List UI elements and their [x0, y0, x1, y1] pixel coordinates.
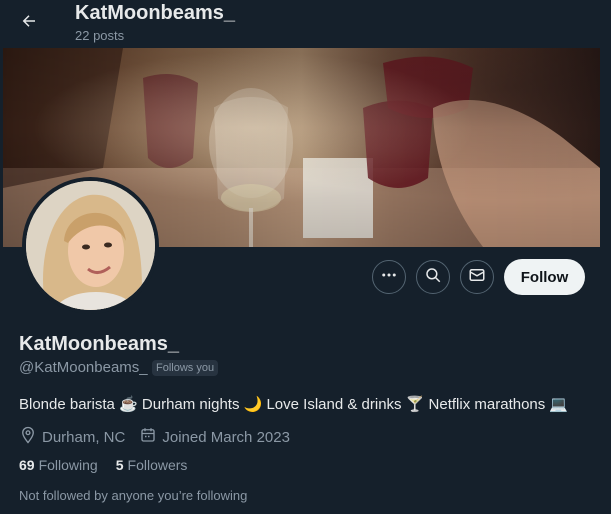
- following-label: Following: [38, 457, 98, 473]
- followers-label: Followers: [127, 457, 188, 473]
- follows-you-badge: Follows you: [152, 360, 219, 376]
- calendar-icon: [139, 426, 162, 448]
- location-pin-icon: [19, 426, 42, 448]
- search-icon: [424, 266, 442, 289]
- following-count: 69: [19, 457, 35, 473]
- location: Durham, NC: [19, 426, 125, 448]
- more-button[interactable]: [372, 260, 406, 294]
- search-button[interactable]: [416, 260, 450, 294]
- join-date-text: Joined March 2023: [162, 428, 290, 446]
- header-title: KatMoonbeams_: [75, 2, 236, 24]
- post-count: 22 posts: [75, 28, 125, 43]
- followers-link[interactable]: 5 Followers: [116, 457, 188, 473]
- follow-stats: 69 Following 5 Followers: [19, 457, 205, 473]
- follow-button[interactable]: Follow: [504, 259, 585, 295]
- message-icon: [468, 266, 486, 289]
- avatar-frame[interactable]: [22, 177, 159, 314]
- not-followed-notice: Not followed by anyone you’re following: [19, 488, 248, 503]
- profile-header: KatMoonbeams_ 22 posts: [0, 0, 611, 48]
- more-icon: [380, 266, 398, 289]
- join-date: Joined March 2023: [139, 426, 290, 448]
- avatar[interactable]: [26, 181, 155, 310]
- following-link[interactable]: 69 Following: [19, 457, 98, 473]
- handle: @KatMoonbeams_: [19, 359, 148, 376]
- profile-meta: Durham, NC Joined March 2023: [19, 426, 290, 448]
- message-button[interactable]: [460, 260, 494, 294]
- arrow-left-icon: [20, 12, 38, 35]
- bio: Blonde barista ☕ Durham nights 🌙 Love Is…: [19, 396, 569, 413]
- display-name: KatMoonbeams_: [19, 333, 180, 355]
- followers-count: 5: [115, 457, 124, 473]
- location-text: Durham, NC: [42, 428, 126, 446]
- back-button[interactable]: [12, 6, 46, 40]
